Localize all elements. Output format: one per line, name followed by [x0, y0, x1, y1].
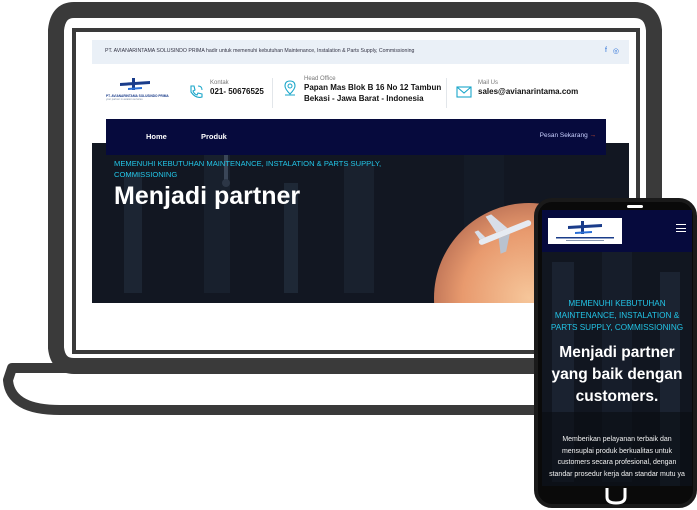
logo-mark-icon	[556, 221, 614, 241]
mail-icon	[456, 86, 472, 98]
divider	[446, 78, 447, 108]
main-navbar: Home Produk Pesan Sekarang →	[106, 119, 606, 155]
phone-header	[542, 210, 692, 252]
phone-icon	[190, 85, 203, 98]
nav-produk[interactable]: Produk	[201, 132, 227, 141]
phone-home-indicator-icon	[605, 488, 627, 505]
logo-tagline: your partner in aviation services	[106, 98, 143, 101]
location-pin-icon	[284, 80, 296, 96]
contact-phone[interactable]: Kontak 021- 50676525	[188, 80, 264, 100]
phone-hero-kicker: MEMENUHI KEBUTUHAN MAINTENANCE, INSTALAT…	[550, 299, 684, 332]
hero-title: Menjadi partner	[114, 182, 301, 210]
contact-office: Head Office Papan Mas Blok B 16 No 12 Ta…	[282, 76, 441, 104]
office-address-line1: Papan Mas Blok B 16 No 12 Tambun	[304, 83, 442, 92]
arrow-right-icon: →	[589, 132, 597, 139]
announcement-text: PT. AVIANARINTAMA SOLUSINDO PRIMA hadir …	[105, 48, 415, 54]
phone-hero-title: Menjadi partner yang baik dengan custome…	[551, 344, 683, 405]
order-now-label: Pesan Sekarang	[539, 132, 588, 139]
logo-mark-icon	[120, 78, 150, 90]
phone-screen: MEMENUHI KEBUTUHAN MAINTENANCE, INSTALAT…	[542, 210, 692, 486]
hamburger-menu-icon[interactable]	[676, 224, 686, 235]
hero-kicker: MEMENUHI KEBUTUHAN MAINTENANCE, INSTALAT…	[114, 159, 382, 179]
divider	[272, 78, 273, 108]
site-logo[interactable]: PT. AVIANARINTAMA SOLUSINDO PRIMA your p…	[106, 78, 174, 101]
phone-site-logo[interactable]	[548, 218, 622, 244]
office-address-line2: Bekasi - Jawa Barat - Indonesia	[304, 94, 424, 103]
instagram-icon[interactable]: ◎	[613, 47, 619, 55]
contact-mail[interactable]: Mail Us sales@avianarintama.com	[456, 80, 578, 100]
nav-home[interactable]: Home	[146, 132, 167, 141]
top-announcement-bar: PT. AVIANARINTAMA SOLUSINDO PRIMA hadir …	[92, 40, 629, 64]
order-now-button[interactable]: Pesan Sekarang →	[540, 132, 596, 139]
social-links: f ◎	[605, 47, 619, 55]
mail-value: sales@avianarintama.com	[478, 87, 579, 96]
phone-hero-description: Memberikan pelayanan terbaik dan mensupl…	[549, 436, 685, 478]
facebook-icon[interactable]: f	[605, 47, 607, 55]
phone-value: 021- 50676525	[210, 87, 264, 96]
